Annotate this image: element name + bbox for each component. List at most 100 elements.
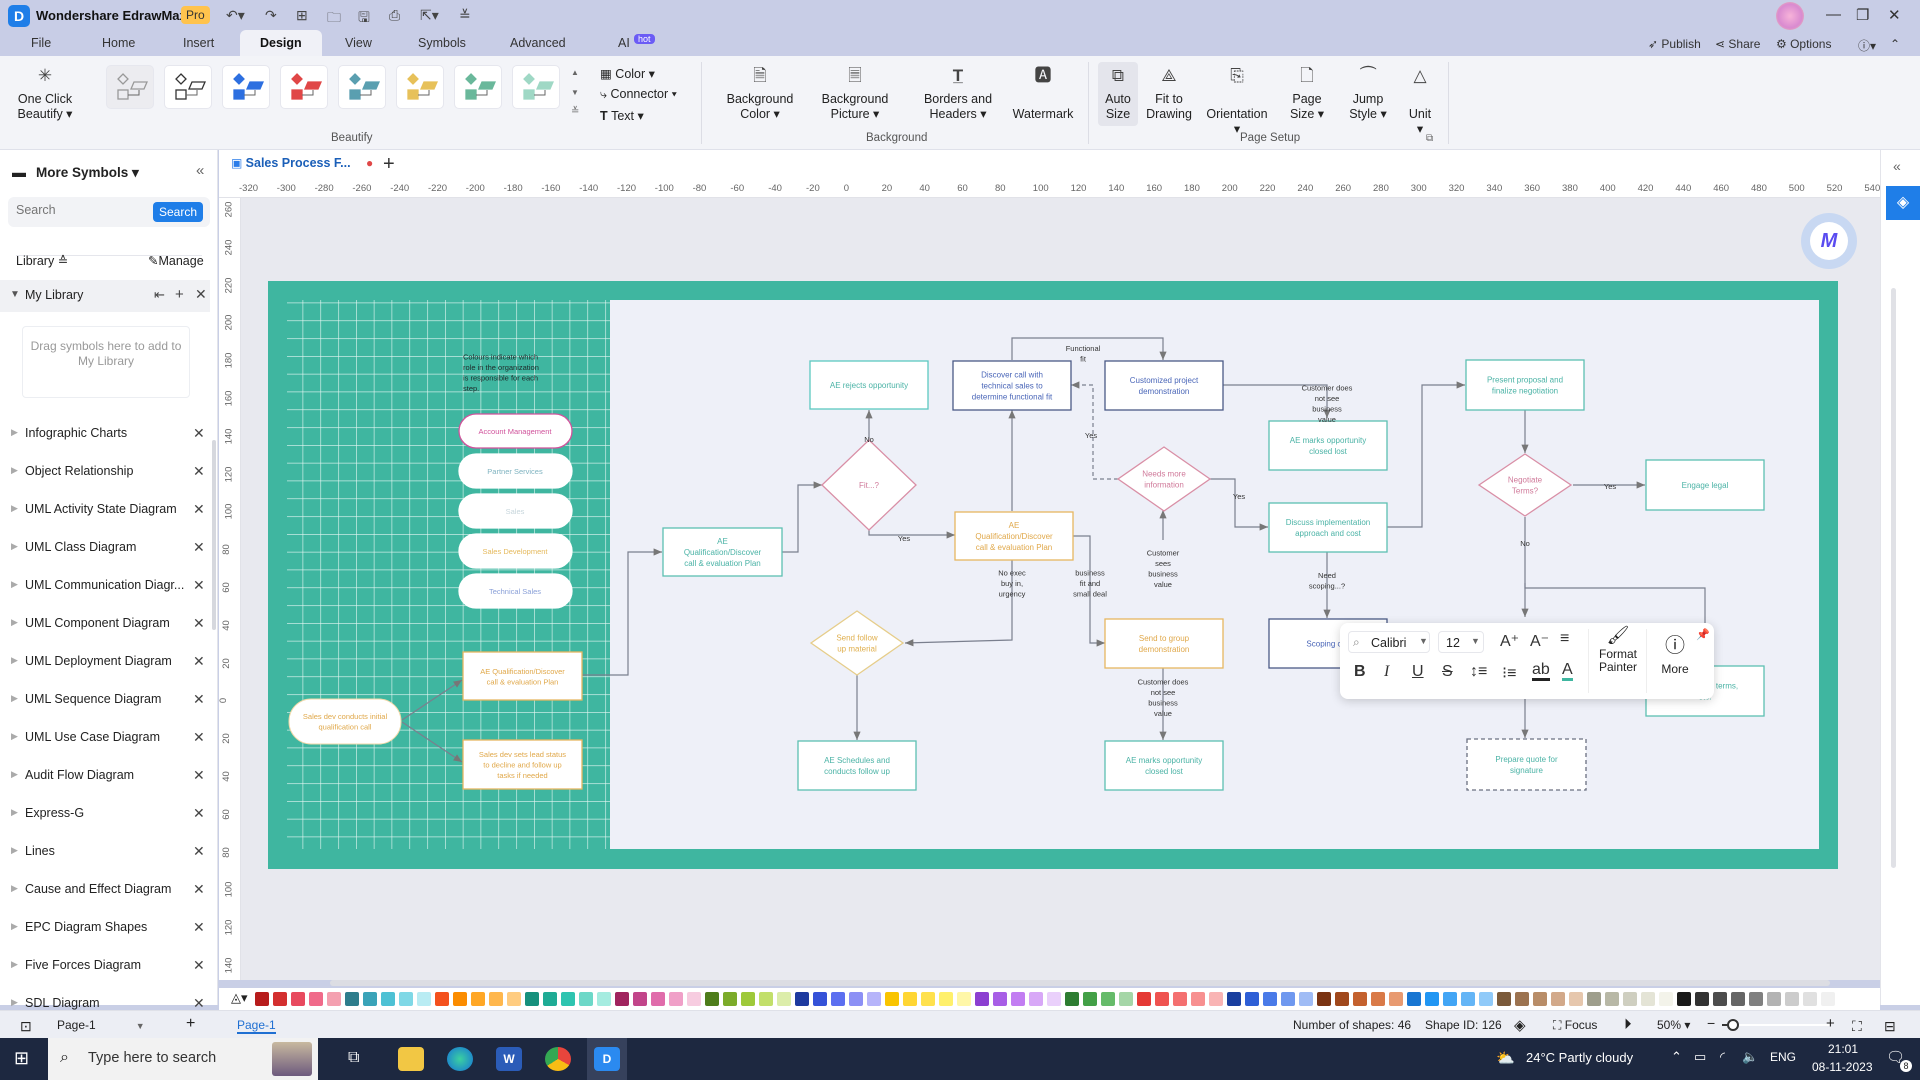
line-spacing-icon[interactable]: ↕≡ [1470, 663, 1487, 681]
volume-icon[interactable]: 🔈 [1742, 1049, 1758, 1065]
color-swatch[interactable] [1209, 992, 1223, 1006]
fullscreen-icon[interactable]: ⛶ [1852, 1018, 1862, 1035]
color-swatch[interactable] [1587, 992, 1601, 1006]
color-swatch[interactable] [831, 992, 845, 1006]
color-swatch[interactable] [417, 992, 431, 1006]
color-swatch[interactable] [1515, 992, 1529, 1006]
color-swatch[interactable] [633, 992, 647, 1006]
edrawmax-taskbar-button[interactable]: D [587, 1038, 627, 1080]
color-swatch[interactable] [1839, 992, 1853, 1006]
color-swatch[interactable] [1749, 992, 1763, 1006]
color-swatch[interactable] [1389, 992, 1403, 1006]
word-icon[interactable]: W [496, 1047, 522, 1071]
color-swatch[interactable] [1155, 992, 1169, 1006]
expand-panel-icon[interactable]: « [1893, 158, 1901, 174]
highlight-icon[interactable]: ab [1532, 661, 1550, 681]
color-swatch[interactable] [669, 992, 683, 1006]
color-swatch[interactable] [777, 992, 791, 1006]
clock-time[interactable]: 21:01 [1828, 1042, 1858, 1056]
color-swatch[interactable] [1227, 992, 1241, 1006]
color-swatch[interactable] [849, 992, 863, 1006]
ae-qualification-left-node[interactable] [462, 651, 583, 701]
color-swatch[interactable] [1497, 992, 1511, 1006]
color-swatch[interactable] [399, 992, 413, 1006]
color-swatch[interactable] [1731, 992, 1745, 1006]
group-demo-node[interactable] [1104, 618, 1224, 669]
color-swatch[interactable] [1569, 992, 1583, 1006]
focus-button[interactable]: ⛶ Focus [1553, 1018, 1597, 1033]
color-swatch[interactable] [615, 992, 629, 1006]
camera-icon[interactable]: ▭ [1694, 1049, 1706, 1065]
font-size-dropdown[interactable]: 12 ▼ [1438, 631, 1484, 653]
color-swatch[interactable] [1047, 992, 1061, 1006]
language-indicator[interactable]: ENG [1770, 1050, 1796, 1064]
decrease-font-icon[interactable]: A⁻ [1530, 631, 1549, 651]
color-swatch[interactable] [1353, 992, 1367, 1006]
windows-start-icon[interactable]: ⊞ [14, 1048, 29, 1069]
color-swatch[interactable] [507, 992, 521, 1006]
zoom-slider[interactable] [1722, 1019, 1830, 1031]
color-swatch[interactable] [363, 992, 377, 1006]
ae-closed-lost-node-1[interactable] [1104, 740, 1224, 791]
color-swatch[interactable] [435, 992, 449, 1006]
color-swatch[interactable] [813, 992, 827, 1006]
add-page-button[interactable]: + [186, 1015, 195, 1033]
zoom-in-button[interactable]: + [1826, 1015, 1835, 1032]
color-swatch[interactable] [1173, 992, 1187, 1006]
fill-color-icon[interactable]: ◬▾ [231, 990, 248, 1006]
color-swatch[interactable] [1317, 992, 1331, 1006]
color-swatch[interactable] [741, 992, 755, 1006]
color-swatch[interactable] [579, 992, 593, 1006]
color-swatch[interactable] [1821, 992, 1835, 1006]
color-swatch[interactable] [471, 992, 485, 1006]
color-swatch[interactable] [651, 992, 665, 1006]
format-painter-button[interactable]: 🖌 Format Painter [1593, 626, 1643, 674]
edge-browser-icon[interactable] [447, 1047, 473, 1071]
color-swatch[interactable] [1623, 992, 1637, 1006]
color-swatch[interactable] [1713, 992, 1727, 1006]
ae-closed-lost-node-2[interactable] [1268, 420, 1388, 471]
color-swatch[interactable] [939, 992, 953, 1006]
color-swatch[interactable] [1641, 992, 1655, 1006]
wifi-icon[interactable]: ◜ [1720, 1049, 1725, 1065]
color-swatch[interactable] [759, 992, 773, 1006]
align-icon[interactable]: ≡ [1560, 630, 1569, 648]
color-swatch[interactable] [525, 992, 539, 1006]
color-swatch[interactable] [1659, 992, 1673, 1006]
file-explorer-icon[interactable] [398, 1047, 424, 1071]
ae-schedules-node[interactable] [797, 740, 917, 791]
color-swatch[interactable] [327, 992, 341, 1006]
color-swatch[interactable] [597, 992, 611, 1006]
color-swatch[interactable] [1137, 992, 1151, 1006]
page-panel-icon[interactable]: ⊡ [20, 1018, 32, 1035]
zoom-out-button[interactable]: − [1707, 1015, 1715, 1031]
color-swatch[interactable] [1551, 992, 1565, 1006]
underline-icon[interactable]: U [1412, 663, 1424, 681]
color-swatch[interactable] [1191, 992, 1205, 1006]
weather-text[interactable]: 24°C Partly cloudy [1526, 1050, 1633, 1065]
color-swatch[interactable] [1245, 992, 1259, 1006]
font-family-dropdown[interactable]: ⌕ Calibri ▼ [1348, 631, 1430, 653]
color-swatch[interactable] [309, 992, 323, 1006]
bullet-list-icon[interactable]: ⁝≡ [1502, 663, 1516, 683]
color-swatch[interactable] [867, 992, 881, 1006]
fit-width-icon[interactable]: ⊟ [1884, 1018, 1896, 1035]
color-swatch[interactable] [1803, 992, 1817, 1006]
color-swatch[interactable] [1281, 992, 1295, 1006]
play-icon[interactable]: ⏵ [1624, 1016, 1632, 1033]
color-swatch[interactable] [957, 992, 971, 1006]
zoom-level-dropdown[interactable]: 50% ▾ [1657, 1018, 1690, 1032]
color-swatch[interactable] [1407, 992, 1421, 1006]
color-swatch[interactable] [1479, 992, 1493, 1006]
customized-demo-node[interactable] [1104, 360, 1224, 411]
increase-font-icon[interactable]: A⁺ [1500, 631, 1519, 651]
pin-icon[interactable]: 📌 [1696, 628, 1710, 641]
zoom-slider-handle[interactable] [1726, 1019, 1739, 1031]
collapse-ribbon-icon[interactable]: ⌃ [1890, 37, 1900, 51]
color-swatch[interactable] [687, 992, 701, 1006]
canvas-vertical-scrollbar[interactable] [1891, 288, 1896, 868]
color-swatch[interactable] [345, 992, 359, 1006]
color-swatch[interactable] [1029, 992, 1043, 1006]
color-swatch[interactable] [1371, 992, 1385, 1006]
bold-icon[interactable]: B [1354, 663, 1366, 681]
